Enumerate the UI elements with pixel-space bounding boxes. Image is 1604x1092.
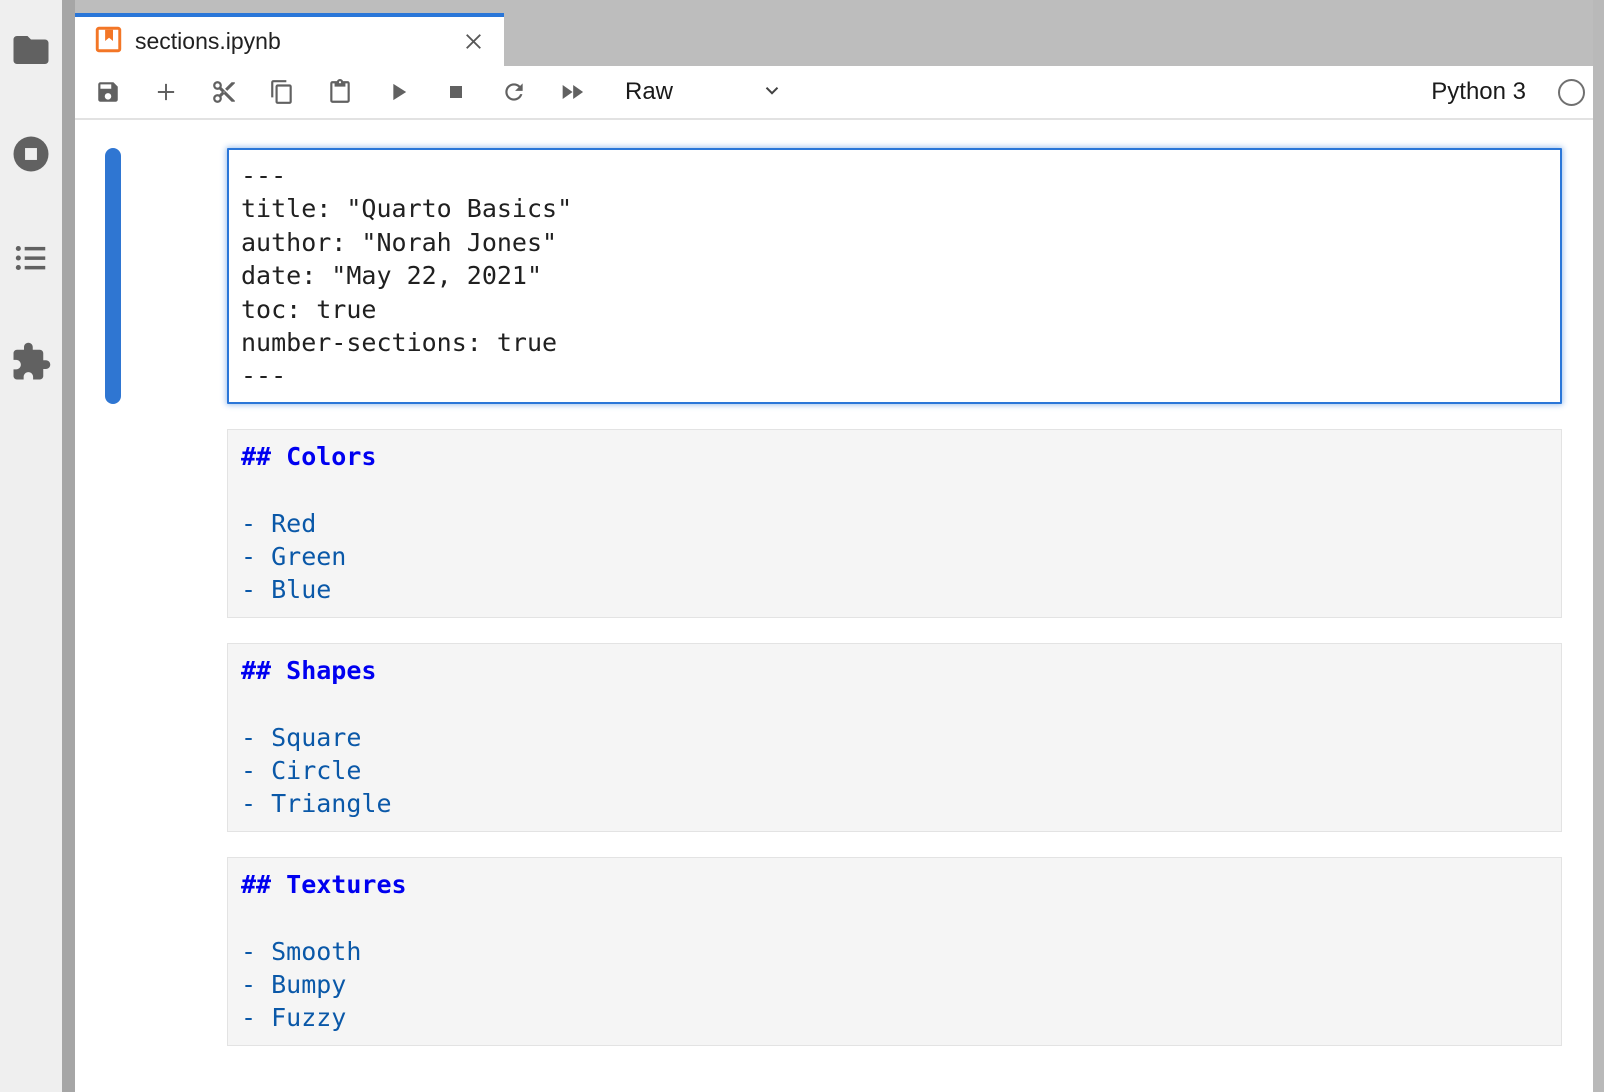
- blank-line: [241, 687, 1548, 720]
- cell-collapser[interactable]: [105, 643, 121, 832]
- folder-icon: [10, 29, 52, 76]
- cell-row-markdown: ## Colors - Red - Green - Blue: [75, 429, 1562, 618]
- stop-circle-icon: [10, 133, 52, 180]
- notebook-toolbar: Raw Python 3: [75, 66, 1593, 120]
- notebook-content: --- title: "Quarto Basics" author: "Nora…: [75, 120, 1593, 1092]
- kernel-area: Python 3: [1431, 78, 1593, 106]
- sidebar-divider: [62, 0, 75, 1092]
- main-panel: sections.ipynb: [75, 0, 1593, 1092]
- restart-and-run-all-button[interactable]: [543, 68, 601, 116]
- input-prompt: [121, 429, 227, 618]
- cell-row-markdown: ## Textures - Smooth - Bumpy - Fuzzy: [75, 857, 1562, 1046]
- kernel-name[interactable]: Python 3: [1431, 78, 1526, 106]
- sidebar-item-running-sessions[interactable]: [9, 134, 53, 178]
- tab-sections-ipynb[interactable]: sections.ipynb: [75, 13, 504, 66]
- restart-kernel-button[interactable]: [485, 68, 543, 116]
- input-prompt: [121, 857, 227, 1046]
- code-line: date: "May 22, 2021": [241, 259, 1548, 292]
- markdown-list-item: - Red: [241, 507, 1548, 540]
- run-cell-button[interactable]: [369, 68, 427, 116]
- code-line: author: "Norah Jones": [241, 226, 1548, 259]
- close-icon[interactable]: [458, 27, 488, 57]
- markdown-list-item: - Green: [241, 540, 1548, 573]
- markdown-cell-editor[interactable]: ## Shapes - Square - Circle - Triangle: [227, 643, 1562, 832]
- sidebar-item-extension-manager[interactable]: [9, 342, 53, 386]
- cell-collapser[interactable]: [105, 429, 121, 618]
- markdown-list-item: - Blue: [241, 573, 1548, 606]
- cell-row-raw: --- title: "Quarto Basics" author: "Nora…: [75, 148, 1562, 404]
- input-prompt: [121, 643, 227, 832]
- markdown-heading: ## Colors: [241, 440, 1548, 473]
- markdown-cell-editor[interactable]: ## Textures - Smooth - Bumpy - Fuzzy: [227, 857, 1562, 1046]
- paste-cells-button[interactable]: [311, 68, 369, 116]
- markdown-list-item: - Smooth: [241, 935, 1548, 968]
- cell-collapser[interactable]: [105, 857, 121, 1046]
- copy-cells-button[interactable]: [253, 68, 311, 116]
- code-line: toc: true: [241, 293, 1548, 326]
- input-prompt: [121, 148, 227, 404]
- chevron-down-icon: [761, 79, 783, 106]
- markdown-list-item: - Fuzzy: [241, 1001, 1548, 1034]
- left-sidebar: [0, 0, 62, 1092]
- cell-type-select[interactable]: Raw: [625, 78, 783, 106]
- puzzle-icon: [10, 341, 52, 388]
- code-line: number-sections: true: [241, 326, 1548, 359]
- interrupt-kernel-button[interactable]: [427, 68, 485, 116]
- blank-line: [241, 901, 1548, 934]
- insert-cell-button[interactable]: [137, 68, 195, 116]
- markdown-list-item: - Triangle: [241, 787, 1548, 820]
- tab-title: sections.ipynb: [135, 28, 281, 55]
- code-line: ---: [241, 159, 1548, 192]
- right-edge-strip: [1593, 0, 1604, 1092]
- sidebar-item-table-of-contents[interactable]: [9, 238, 53, 282]
- markdown-heading: ## Shapes: [241, 654, 1548, 687]
- code-line: title: "Quarto Basics": [241, 192, 1548, 225]
- raw-cell-editor[interactable]: --- title: "Quarto Basics" author: "Nora…: [227, 148, 1562, 404]
- markdown-list-item: - Bumpy: [241, 968, 1548, 1001]
- cell-collapser[interactable]: [105, 148, 121, 404]
- jupyterlab-window: sections.ipynb: [0, 0, 1604, 1092]
- blank-line: [241, 473, 1548, 506]
- tab-bar: sections.ipynb: [75, 0, 1593, 66]
- cell-type-value: Raw: [625, 78, 673, 106]
- cell-row-markdown: ## Shapes - Square - Circle - Triangle: [75, 643, 1562, 832]
- markdown-heading: ## Textures: [241, 868, 1548, 901]
- cut-cells-button[interactable]: [195, 68, 253, 116]
- markdown-list-item: - Circle: [241, 754, 1548, 787]
- markdown-list-item: - Square: [241, 721, 1548, 754]
- notebook-icon: [95, 26, 122, 58]
- sidebar-item-file-browser[interactable]: [9, 30, 53, 74]
- markdown-cell-editor[interactable]: ## Colors - Red - Green - Blue: [227, 429, 1562, 618]
- list-icon: [12, 239, 50, 282]
- kernel-status-icon[interactable]: [1558, 79, 1585, 106]
- code-line: ---: [241, 359, 1548, 392]
- save-button[interactable]: [79, 68, 137, 116]
